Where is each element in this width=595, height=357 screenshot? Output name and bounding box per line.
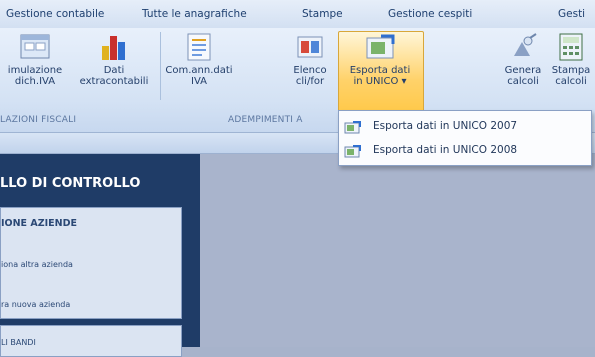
dropdown-label-2007: Esporta dati in UNICO 2007 xyxy=(373,120,518,132)
stampa-label-2: calcoli xyxy=(555,76,587,87)
simulazione-label-1: imulazione xyxy=(7,65,63,76)
esporta-label-1: Esporta dati xyxy=(349,65,411,76)
elenco-label-2: cli/for xyxy=(295,76,325,87)
group-separator xyxy=(160,32,161,100)
export-icon xyxy=(344,119,362,138)
aziende-box: IONE AZIENDE iona altra azienda ra nuova… xyxy=(0,207,182,319)
aziende-box-title: IONE AZIENDE xyxy=(1,218,77,229)
com-ann-label-2: IVA xyxy=(191,76,207,87)
esporta-dati-unico-content[interactable]: Esporta dati in UNICO ▾ xyxy=(338,32,422,87)
dropdown-item-unico-2008[interactable]: Esporta dati in UNICO 2008 xyxy=(339,138,591,162)
document-list-icon xyxy=(184,32,214,62)
elenco-cli-for-button[interactable]: Elenco cli/for xyxy=(284,32,336,87)
tab-stampe[interactable]: Stampe xyxy=(302,8,343,20)
elenco-label-1: Elenco xyxy=(293,65,327,76)
ribbon-tab-bar: Gestione contabile Tutte le anagrafiche … xyxy=(0,0,595,29)
com-ann-label-1: Com.ann.dati xyxy=(165,65,233,76)
price-tag-icon xyxy=(295,32,325,62)
dropdown-item-unico-2007[interactable]: Esporta dati in UNICO 2007 xyxy=(339,114,591,138)
dati-label-1: Dati xyxy=(103,65,125,76)
dati-label-2: extracontabili xyxy=(79,76,149,87)
simulazione-dich-iva-button[interactable]: imulazione dich.IVA xyxy=(0,32,70,87)
control-panel-title: LLO DI CONTROLLO xyxy=(0,176,141,191)
group-label-fiscali: LAZIONI FISCALI xyxy=(0,115,77,125)
crea-nuova-azienda-link[interactable]: ra nuova azienda xyxy=(1,300,70,309)
seleziona-altra-azienda-link[interactable]: iona altra azienda xyxy=(1,260,73,269)
simulazione-label-2: dich.IVA xyxy=(14,76,56,87)
genera-label-1: Genera xyxy=(504,65,542,76)
tab-gestione-cespiti[interactable]: Gestione cespiti xyxy=(388,8,472,20)
genera-calcoli-button[interactable]: Genera calcoli xyxy=(498,32,548,87)
tab-gestione-cut[interactable]: Gesti xyxy=(558,8,585,20)
bandi-box: LI BANDI xyxy=(0,325,182,357)
workspace-area xyxy=(200,154,595,347)
esporta-unico-dropdown: Esporta dati in UNICO 2007 Esporta dati … xyxy=(338,110,592,166)
esporta-label-2: in UNICO ▾ xyxy=(353,76,407,87)
stampa-calcoli-button[interactable]: Stampa calcoli xyxy=(548,32,594,87)
control-panel: LLO DI CONTROLLO IONE AZIENDE iona altra… xyxy=(0,154,200,357)
window-icon xyxy=(20,32,50,62)
stampa-label-1: Stampa xyxy=(551,65,591,76)
group-label-adempimenti: ADEMPIMENTI A xyxy=(228,115,303,125)
export-arrow-icon xyxy=(363,32,397,62)
bar-chart-icon xyxy=(99,32,129,62)
dati-extracontabili-button[interactable]: Dati extracontabili xyxy=(74,32,154,87)
export-icon xyxy=(344,143,362,162)
dropdown-label-2008: Esporta dati in UNICO 2008 xyxy=(373,144,518,156)
com-ann-dati-iva-button[interactable]: Com.ann.dati IVA xyxy=(164,32,234,87)
calculator-icon xyxy=(557,32,585,62)
tab-gestione-contabile[interactable]: Gestione contabile xyxy=(6,8,104,20)
bandi-box-title: LI BANDI xyxy=(1,338,36,347)
genera-label-2: calcoli xyxy=(507,76,539,87)
tab-tutte-le-anagrafiche[interactable]: Tutte le anagrafiche xyxy=(142,8,247,20)
satellite-icon xyxy=(508,32,538,62)
